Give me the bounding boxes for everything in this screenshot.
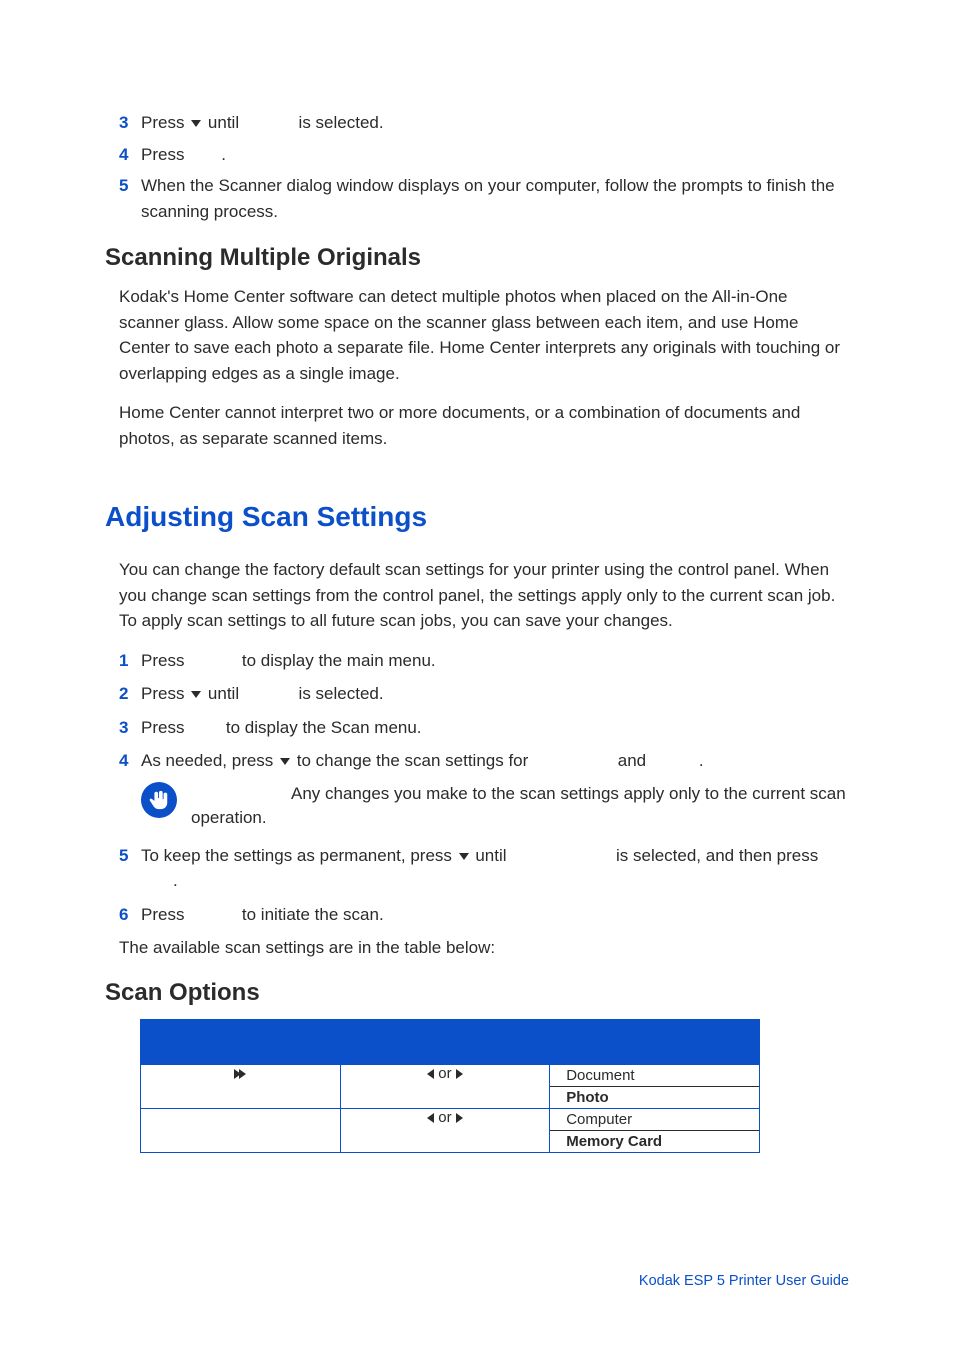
table-row: or Computer Memory Card: [141, 1108, 760, 1152]
text-fragment: to display the main menu.: [237, 651, 435, 670]
step-text: As needed, press to change the scan sett…: [141, 748, 849, 774]
step-text: Press until is selected.: [141, 110, 849, 136]
down-arrow-icon: [191, 691, 201, 698]
text-fragment: Press: [141, 145, 189, 164]
page-footer: Kodak ESP 5 Printer User Guide: [105, 1273, 849, 1289]
text-fragment: or: [434, 1065, 456, 1082]
step-4: 4 As needed, press to change the scan se…: [105, 748, 849, 774]
text-fragment: .: [173, 871, 178, 890]
step-number: 2: [119, 681, 141, 707]
down-arrow-icon: [280, 758, 290, 765]
step-4: 4 Press .: [105, 142, 849, 168]
step-1: 1 Press to display the main menu.: [105, 648, 849, 674]
right-arrow-icon: [456, 1113, 463, 1123]
text-fragment: .: [699, 751, 704, 770]
table-header: [141, 1019, 760, 1064]
text-fragment: until: [471, 846, 512, 865]
table-cell: [141, 1064, 341, 1108]
text-fragment: Press: [141, 651, 189, 670]
text-fragment: To keep the settings as permanent, press: [141, 846, 457, 865]
text-fragment: and: [613, 751, 651, 770]
step-text: Press until is selected.: [141, 681, 849, 707]
step-number: 3: [119, 715, 141, 741]
step-3: 3 Press until is selected.: [105, 110, 849, 136]
option-value-default: Memory Card: [550, 1131, 759, 1152]
text-fragment: As needed, press: [141, 751, 278, 770]
text-fragment: .: [221, 145, 226, 164]
adjust-step-list-cont: 5 To keep the settings as permanent, pre…: [105, 843, 849, 928]
text-fragment: is selected.: [294, 113, 384, 132]
down-arrow-icon: [459, 853, 469, 860]
text-fragment: Press: [141, 718, 189, 737]
page-content: 3 Press until is selected. 4 Press . 5 W…: [0, 0, 954, 1349]
step-text: Press to initiate the scan.: [141, 902, 849, 928]
table-row: or Document Photo: [141, 1064, 760, 1108]
text-fragment: is selected.: [294, 684, 384, 703]
table-cell: or: [340, 1108, 550, 1152]
text-fragment: until: [203, 113, 244, 132]
fast-forward-icon: [234, 1065, 246, 1082]
step-number: 3: [119, 110, 141, 136]
text-fragment: Press: [141, 905, 189, 924]
option-value-default: Photo: [550, 1087, 759, 1108]
table-cell: [141, 1108, 341, 1152]
left-arrow-icon: [427, 1069, 434, 1079]
table-header-cell: [141, 1019, 341, 1064]
paragraph-multi-1: Kodak's Home Center software can detect …: [105, 284, 849, 386]
text-fragment: until: [203, 684, 244, 703]
paragraph-after-list: The available scan settings are in the t…: [105, 935, 849, 961]
option-value: Computer: [550, 1109, 759, 1131]
step-6: 6 Press to initiate the scan.: [105, 902, 849, 928]
option-value: Document: [550, 1065, 759, 1087]
text-fragment: to initiate the scan.: [237, 905, 383, 924]
step-text: To keep the settings as permanent, press…: [141, 843, 849, 894]
top-step-list: 3 Press until is selected. 4 Press . 5 W…: [105, 110, 849, 224]
adjust-step-list: 1 Press to display the main menu. 2 Pres…: [105, 648, 849, 774]
left-arrow-icon: [427, 1113, 434, 1123]
text-fragment: Any changes you make to the scan setting…: [191, 784, 846, 828]
text-fragment: to display the Scan menu.: [221, 718, 421, 737]
table-cell: Computer Memory Card: [550, 1108, 760, 1152]
step-number: 5: [119, 173, 141, 224]
text-fragment: or: [434, 1109, 456, 1126]
text-fragment: Press: [141, 684, 189, 703]
step-number: 6: [119, 902, 141, 928]
step-5: 5 To keep the settings as permanent, pre…: [105, 843, 849, 894]
step-number: 4: [119, 142, 141, 168]
step-5: 5 When the Scanner dialog window display…: [105, 173, 849, 224]
hand-wave-icon: [141, 782, 177, 818]
note-text: Any changes you make to the scan setting…: [191, 782, 849, 831]
step-text: Press .: [141, 142, 849, 168]
table-header-cell: [340, 1019, 550, 1064]
text-fragment: Press: [141, 113, 189, 132]
note-block: Any changes you make to the scan setting…: [105, 782, 849, 831]
heading-scanning-multiple: Scanning Multiple Originals: [105, 244, 849, 272]
step-text: When the Scanner dialog window displays …: [141, 173, 849, 224]
text-fragment: to change the scan settings for: [292, 751, 533, 770]
paragraph-multi-2: Home Center cannot interpret two or more…: [105, 400, 849, 451]
right-arrow-icon: [456, 1069, 463, 1079]
table-cell: or: [340, 1064, 550, 1108]
down-arrow-icon: [191, 120, 201, 127]
step-text: Press to display the Scan menu.: [141, 715, 849, 741]
step-number: 1: [119, 648, 141, 674]
table-cell: Document Photo: [550, 1064, 760, 1108]
step-number: 5: [119, 843, 141, 894]
paragraph-adjust: You can change the factory default scan …: [105, 557, 849, 634]
text-fragment: is selected, and then press: [611, 846, 818, 865]
step-2: 2 Press until is selected.: [105, 681, 849, 707]
heading-scan-options: Scan Options: [105, 979, 849, 1007]
step-text: Press to display the main menu.: [141, 648, 849, 674]
scan-options-table: or Document Photo or Computer Memory Car…: [140, 1019, 760, 1153]
step-3: 3 Press to display the Scan menu.: [105, 715, 849, 741]
table-header-cell: [550, 1019, 760, 1064]
heading-adjusting-scan: Adjusting Scan Settings: [105, 501, 849, 533]
step-number: 4: [119, 748, 141, 774]
